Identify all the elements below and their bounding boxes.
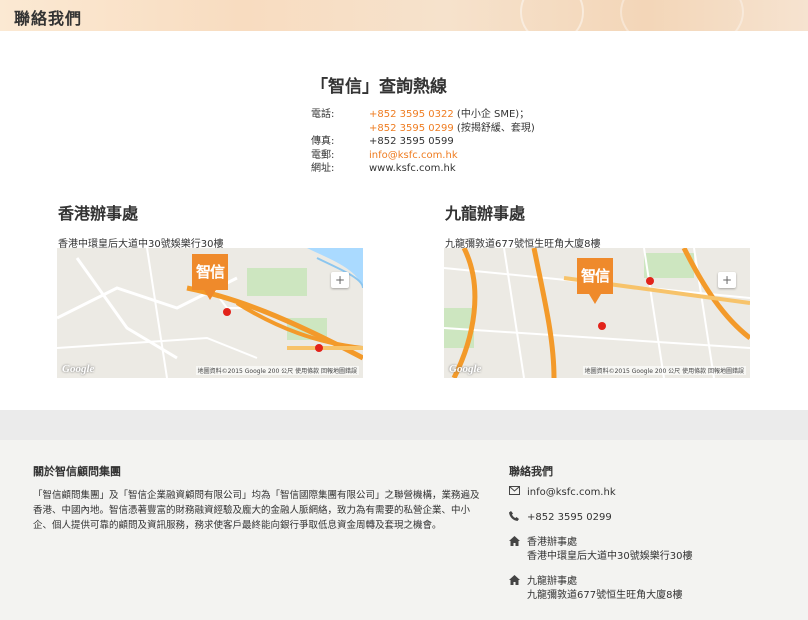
phone-note-mortgage: (按揭舒緩、套現)	[453, 122, 535, 134]
hk-office-map[interactable]: 智信 + Google 地圖資料©2015 Google 200 公尺 使用條款…	[57, 248, 363, 378]
email-link[interactable]: info@ksfc.com.hk	[369, 149, 458, 163]
page-title: 聯絡我們	[14, 9, 83, 28]
phone-link-mortgage[interactable]: +852 3595 0299	[369, 123, 454, 134]
footer-email[interactable]: info@ksfc.com.hk	[527, 486, 616, 500]
contact-label: 網址:	[311, 163, 335, 174]
contact-row-website: 網址: www.ksfc.com.hk	[311, 162, 535, 176]
footer-divider-band	[0, 410, 808, 440]
fax-number: +852 3595 0599	[369, 136, 454, 147]
map-zoom-in-button[interactable]: +	[331, 272, 349, 288]
envelope-icon	[509, 486, 527, 500]
contact-label	[311, 122, 369, 136]
contact-label: 傳真:	[311, 136, 335, 147]
hotline-title: 「智信」查詢熱線	[311, 77, 447, 97]
phone-note-sme: (中小企 SME)；	[453, 109, 530, 120]
kln-office-map[interactable]: 智信 + Google 地圖資料©2015 Google 200 公尺 使用條款…	[444, 248, 750, 378]
website-url[interactable]: www.ksfc.com.hk	[369, 162, 456, 176]
home-icon	[509, 575, 527, 603]
google-logo: Google	[62, 363, 95, 375]
map-attribution[interactable]: 地圖資料©2015 Google 200 公尺 使用條款 回報地圖錯誤	[195, 366, 359, 375]
ksfc-logo-marker[interactable]: 智信	[192, 254, 228, 300]
hk-office-title: 香港辦事處	[58, 204, 139, 223]
footer-hk-office-row: 香港辦事處 香港中環皇后大道中30號娛樂行30樓	[509, 536, 692, 564]
about-title: 關於智信顧問集團	[33, 465, 121, 478]
google-logo: Google	[449, 363, 482, 375]
footer-contact-title: 聯絡我們	[509, 465, 553, 478]
contact-row-fax: 傳真: +852 3595 0599	[311, 135, 535, 149]
hotline-contact-table: 電話: +852 3595 0322 (中小企 SME)； +852 3595 …	[311, 108, 535, 176]
footer-kln-address: 九龍彌敦道677號恒生旺角大廈8樓	[527, 590, 683, 601]
contact-row-phone-1: 電話: +852 3595 0322 (中小企 SME)；	[311, 108, 535, 122]
ksfc-logo-marker[interactable]: 智信	[577, 258, 613, 304]
footer-email-row: info@ksfc.com.hk	[509, 486, 616, 500]
about-text: 「智信顧問集團」及「智信企業融資顧問有限公司」均為「智信國際集團有限公司」之聯營…	[33, 490, 480, 531]
phone-link-sme[interactable]: +852 3595 0322	[369, 109, 454, 120]
page-header: 聯絡我們	[0, 0, 808, 31]
phone-icon	[509, 511, 527, 525]
map-attribution[interactable]: 地圖資料©2015 Google 200 公尺 使用條款 回報地圖錯誤	[582, 366, 746, 375]
contact-row-phone-2: +852 3595 0299 (按揭舒緩、套現)	[311, 122, 535, 136]
footer-phone-row: +852 3595 0299	[509, 511, 612, 525]
footer-phone[interactable]: +852 3595 0299	[527, 511, 612, 525]
footer-hk-label: 香港辦事處	[527, 537, 577, 548]
kln-office-title: 九龍辦事處	[445, 204, 526, 223]
contact-label: 電郵:	[311, 149, 335, 161]
map-zoom-in-button[interactable]: +	[718, 272, 736, 288]
footer-hk-address: 香港中環皇后大道中30號娛樂行30樓	[527, 551, 693, 562]
contact-row-email: 電郵: info@ksfc.com.hk	[311, 149, 535, 163]
footer-kln-office-row: 九龍辦事處 九龍彌敦道677號恒生旺角大廈8樓	[509, 575, 682, 603]
footer-kln-label: 九龍辦事處	[527, 576, 577, 587]
contact-label: 電話:	[311, 109, 335, 120]
home-icon	[509, 536, 527, 564]
